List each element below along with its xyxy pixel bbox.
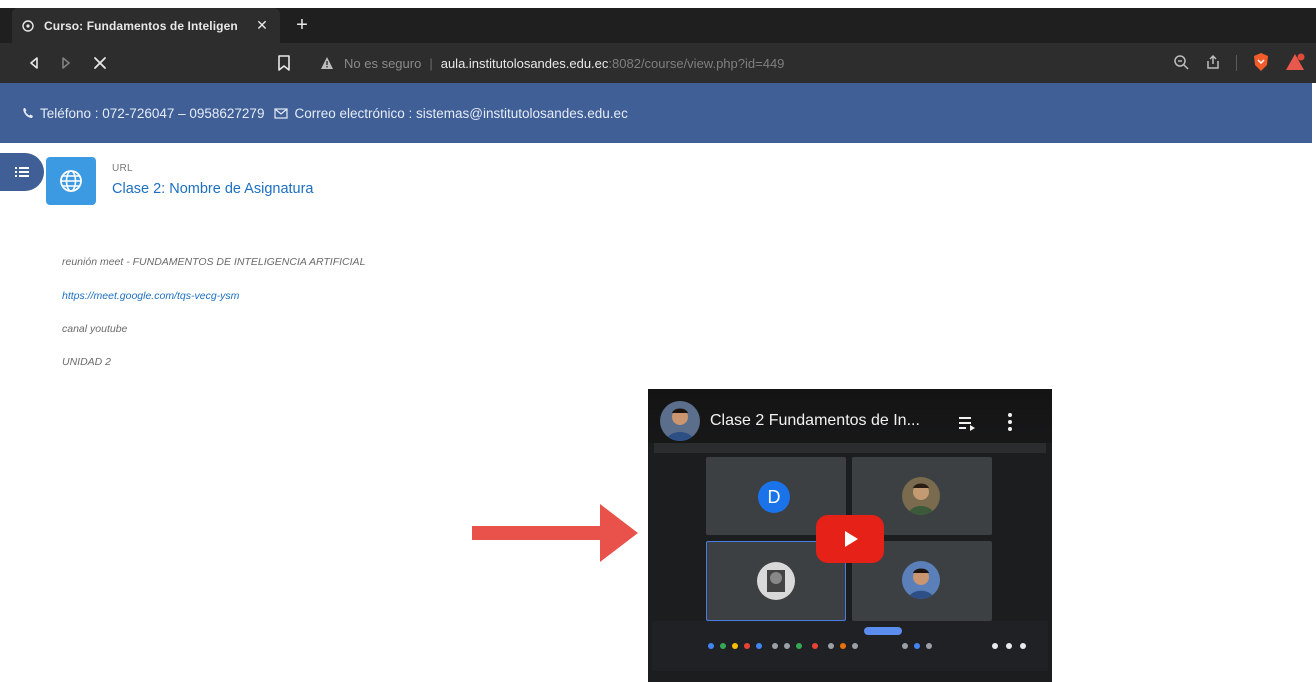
youtube-embed[interactable]: D Clase 2 Fundamentos de In... [648,389,1052,682]
more-options-icon[interactable] [1002,411,1018,433]
close-tab-icon[interactable]: ✕ [254,17,270,34]
playlist-icon[interactable] [956,413,978,433]
globe-favicon-icon [22,19,34,32]
forward-icon[interactable] [56,53,76,73]
brave-rewards-icon[interactable] [1284,51,1306,73]
stop-loading-icon[interactable] [90,53,110,73]
url-activity-globe-icon [46,157,96,205]
url-host: aula.institutolosandes.edu.ec [440,55,609,71]
description-unit-line: UNIDAD 2 [62,356,112,368]
participant-avatar [757,562,795,600]
participant-avatar [902,561,940,599]
address-bar[interactable]: No es seguro | aula.institutolosandes.ed… [320,51,1020,75]
participant-initial-avatar: D [758,481,790,513]
share-icon[interactable] [1204,53,1222,71]
url-path: :8082/course/view.php?id=449 [608,55,785,71]
contact-phone: Teléfono : 072-726047 – 0958627279 [22,106,264,121]
video-header: Clase 2 Fundamentos de In... [648,389,1052,443]
meet-present-pill [864,627,902,635]
phone-icon [23,108,33,118]
email-text: Correo electrónico : sistemas@institutol… [294,105,628,121]
list-icon [15,167,29,177]
meet-link[interactable]: https://meet.google.com/tqs-vecg-ysm [62,290,239,302]
warning-icon [320,56,334,70]
new-tab-icon[interactable]: + [292,15,312,35]
browser-toolbar: No es seguro | aula.institutolosandes.ed… [0,43,1316,83]
not-secure-label: No es seguro [344,55,422,71]
address-separator: | [429,55,433,71]
tab-strip: Curso: Fundamentos de Inteligen ✕ + [0,8,1316,43]
contact-email: Correo electrónico : sistemas@institutol… [274,105,628,121]
channel-avatar[interactable] [660,401,700,441]
play-icon [845,531,858,547]
envelope-icon [274,107,289,119]
page: Curso: Fundamentos de Inteligen ✕ + No e… [0,0,1316,682]
description-youtube-line: canal youtube [62,323,128,335]
meet-toolbar-strip [654,443,1046,453]
zoom-icon[interactable] [1172,53,1190,71]
play-button[interactable] [816,515,884,563]
phone-text: Teléfono : 072-726047 – 0958627279 [40,105,265,121]
activity-type-label: URL [112,163,133,174]
tab-title: Curso: Fundamentos de Inteligen [44,18,238,33]
participant-avatar [902,477,940,515]
description-meeting-line: reunión meet - FUNDAMENTOS DE INTELIGENC… [62,256,366,268]
contact-bar: Teléfono : 072-726047 – 0958627279 Corre… [0,83,1312,143]
video-title[interactable]: Clase 2 Fundamentos de In... [710,412,940,430]
toolbar-divider [1236,55,1237,71]
back-icon[interactable] [24,53,44,73]
course-index-toggle[interactable] [0,153,44,191]
meet-controls-bar [652,621,1048,671]
activity-title-link[interactable]: Clase 2: Nombre de Asignatura [112,181,314,197]
bookmark-icon[interactable] [274,53,294,73]
red-arrow-annotation [472,504,638,562]
brave-shields-icon[interactable] [1250,51,1272,73]
browser-tab[interactable]: Curso: Fundamentos de Inteligen ✕ [12,8,280,43]
